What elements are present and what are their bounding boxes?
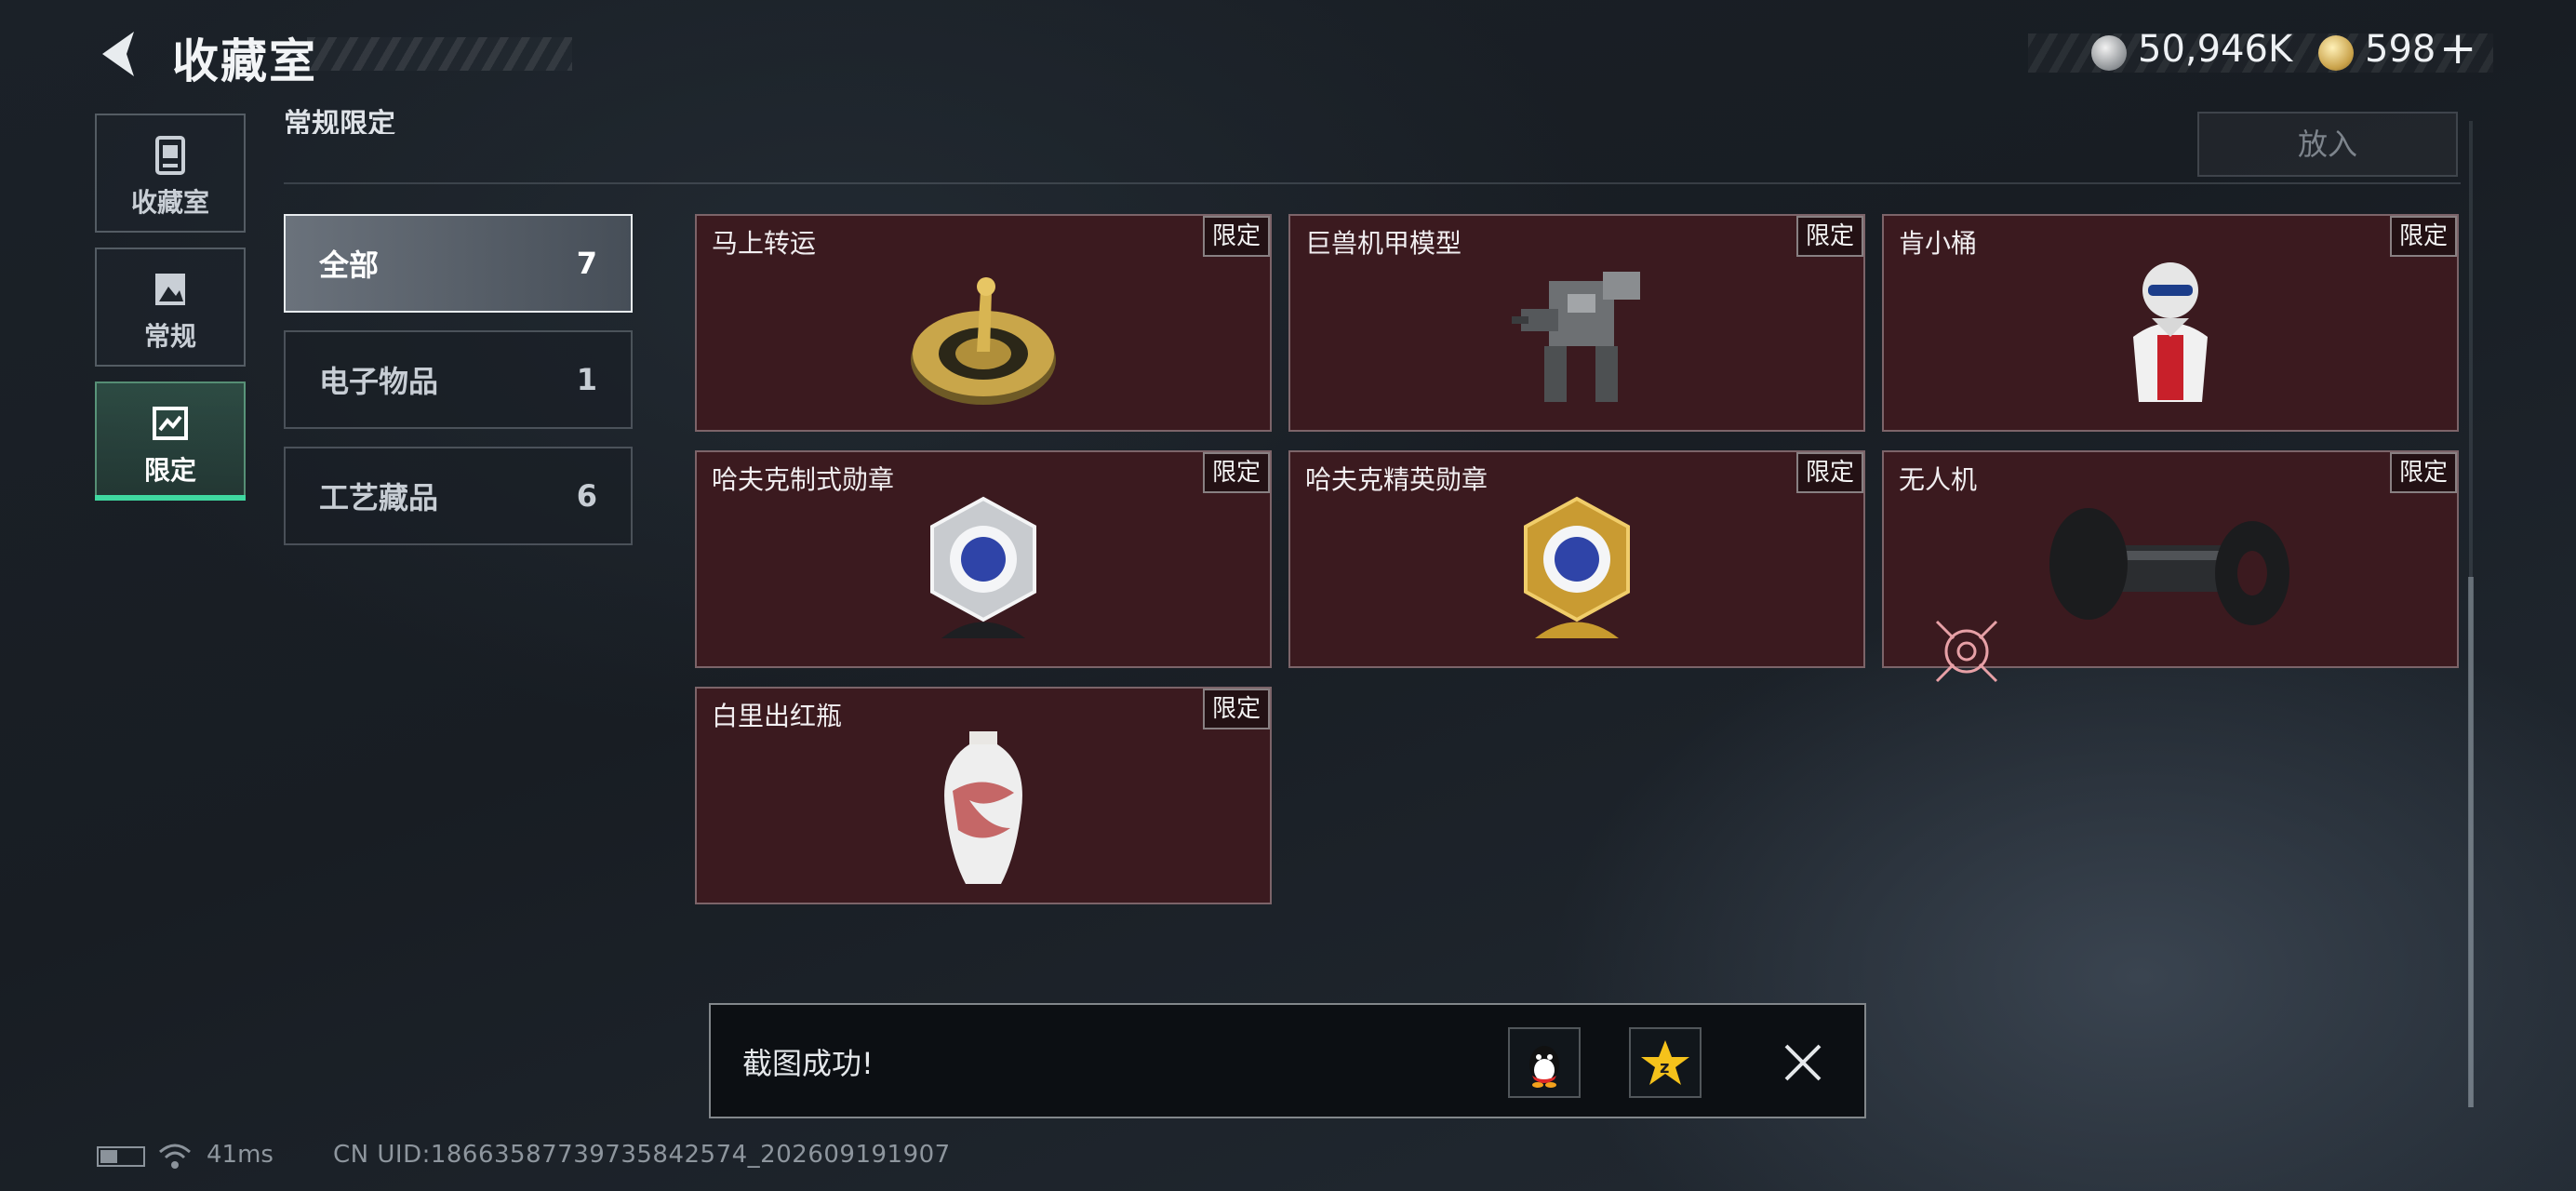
screenshot-toast: 截图成功! z — [709, 1003, 1866, 1118]
item-card[interactable]: 白里出红瓶 限定 — [695, 687, 1272, 904]
category-label: 全部 — [319, 248, 380, 283]
back-arrow-icon[interactable] — [93, 26, 149, 82]
share-qzone-button[interactable]: z — [1629, 1027, 1702, 1098]
item-name: 无人机 — [1899, 464, 1978, 495]
limited-tag: 限定 — [1203, 452, 1270, 493]
put-in-button[interactable]: 放入 — [2197, 112, 2458, 177]
item-name: 肯小桶 — [1899, 228, 1978, 259]
category-count: 7 — [576, 246, 597, 281]
user-uid: CN UID:1866358773973584257­4_20260919190… — [333, 1141, 951, 1169]
svg-text:z: z — [1660, 1058, 1669, 1077]
nav-item-label: 常规 — [143, 321, 196, 352]
item-card[interactable]: 马上转运 限定 — [695, 214, 1272, 432]
title-decoration — [307, 37, 572, 71]
section-title: 常规限定 — [284, 108, 395, 134]
limited-tag: 限定 — [1203, 689, 1270, 729]
section-divider — [284, 182, 2461, 184]
gold-coin-icon — [2318, 35, 2354, 71]
nav-item-collection[interactable]: 收藏室 — [95, 114, 246, 233]
limited-tag: 限定 — [2390, 216, 2457, 257]
scrollbar-thumb[interactable] — [2468, 577, 2474, 1107]
limited-tag: 限定 — [2390, 452, 2457, 493]
item-card[interactable]: 哈夫克精英勋章 限定 — [1288, 450, 1865, 668]
active-nav-indicator — [95, 495, 246, 501]
limited-badge-icon — [153, 407, 188, 440]
gold-medal-icon — [1524, 496, 1630, 638]
drone-icon — [2049, 508, 2289, 625]
crosshair-icon — [1935, 620, 1998, 683]
silver-coin-icon — [2091, 35, 2127, 71]
battery-icon — [97, 1146, 145, 1167]
nav-item-regular[interactable]: 常规 — [95, 248, 246, 367]
mech-model-icon — [1512, 272, 1640, 402]
qzone-star-icon: z — [1641, 1040, 1689, 1085]
silver-medal-icon — [930, 496, 1036, 638]
golden-compass-icon — [911, 277, 1056, 405]
colonel-figure-icon — [2133, 262, 2208, 402]
item-card[interactable]: 哈夫克制式勋章 限定 — [695, 450, 1272, 668]
nav-item-limited[interactable]: 限定 — [95, 381, 246, 501]
item-name: 哈夫克精英勋章 — [1305, 464, 1488, 495]
picture-card-icon — [155, 274, 185, 305]
item-name: 白里出红瓶 — [712, 701, 843, 731]
close-icon[interactable] — [1781, 1040, 1825, 1085]
category-crafts[interactable]: 工艺藏品 6 — [284, 447, 633, 545]
porcelain-vase-icon — [944, 731, 1022, 884]
toast-message: 截图成功! — [742, 1046, 874, 1081]
category-label: 电子物品 — [319, 364, 439, 399]
limited-tag: 限定 — [1796, 452, 1863, 493]
category-count: 6 — [576, 478, 597, 514]
category-all[interactable]: 全部 7 — [284, 214, 633, 313]
ping-readout: 41ms — [207, 1141, 274, 1169]
nav-item-label: 限定 — [143, 455, 196, 486]
page-title: 收藏室 — [172, 34, 317, 88]
limited-tag: 限定 — [1796, 216, 1863, 257]
item-name: 哈夫克制式勋章 — [712, 464, 895, 495]
nav-item-label: 收藏室 — [130, 187, 209, 218]
gold-balance: 598 — [2365, 28, 2436, 71]
limited-tag: 限定 — [1203, 216, 1270, 257]
item-name: 巨兽机甲模型 — [1305, 228, 1462, 259]
silver-balance: 50,946K — [2138, 28, 2293, 71]
add-currency-button[interactable]: + — [2439, 22, 2476, 74]
share-qq-button[interactable] — [1508, 1027, 1581, 1098]
category-label: 工艺藏品 — [319, 480, 439, 515]
category-count: 1 — [576, 362, 597, 397]
category-electronics[interactable]: 电子物品 1 — [284, 330, 633, 429]
item-card[interactable]: 巨兽机甲模型 限定 — [1288, 214, 1865, 432]
collection-cabinet-icon — [155, 136, 185, 175]
item-card[interactable]: 肯小桶 限定 — [1882, 214, 2459, 432]
qq-penguin-icon — [1529, 1046, 1559, 1088]
item-name: 马上转运 — [712, 228, 817, 259]
wifi-icon — [159, 1144, 191, 1169]
